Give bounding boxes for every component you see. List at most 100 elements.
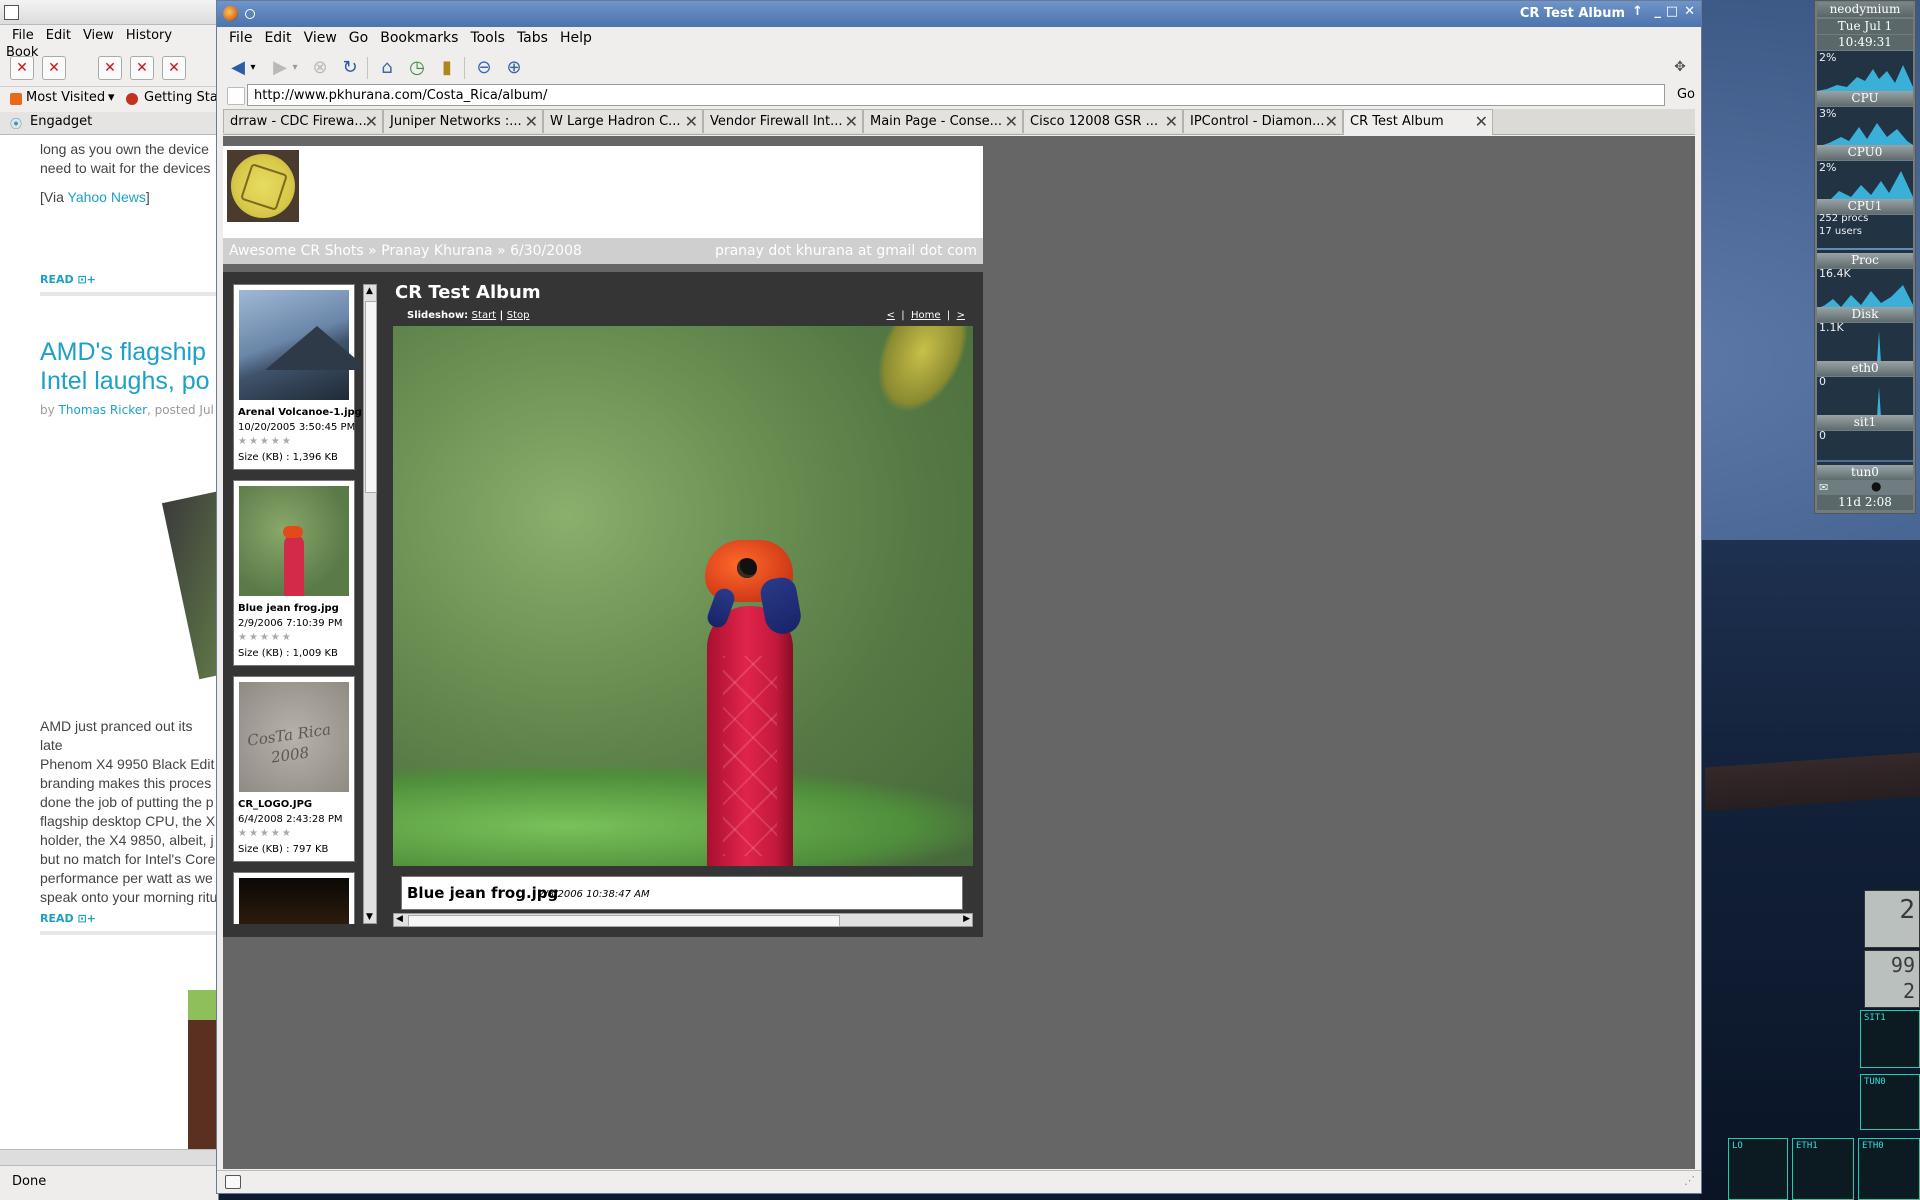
breadcrumb-pranay-khurana[interactable]: Pranay Khurana bbox=[381, 243, 492, 259]
tab-engadget[interactable]: Engadget bbox=[30, 114, 92, 129]
tab-juniper[interactable]: Juniper Networks :... ✕ bbox=[383, 109, 543, 133]
breadcrumb-awesome-cr-shots[interactable]: Awesome CR Shots bbox=[229, 243, 364, 259]
scrollbar-thumb[interactable] bbox=[365, 301, 377, 493]
close-tab-icon[interactable]: ✕ bbox=[1325, 110, 1338, 133]
zoom-in-button[interactable]: ⊕ bbox=[501, 54, 527, 80]
tab-vendor-firewall[interactable]: Vendor Firewall Int... ✕ bbox=[703, 109, 863, 133]
menu-history[interactable]: History bbox=[120, 26, 178, 43]
bookmark-getting-started[interactable]: Getting Sta bbox=[144, 90, 218, 105]
tab-main-page[interactable]: Main Page - Conse... ✕ bbox=[863, 109, 1023, 133]
close-button[interactable]: ✕ bbox=[1684, 4, 1695, 19]
menu-edit[interactable]: Edit bbox=[40, 26, 77, 43]
stop-icon[interactable]: ✕ bbox=[42, 56, 66, 80]
thumbnail-image-volcano[interactable] bbox=[239, 290, 361, 400]
forward-history-dropdown[interactable]: ▾ bbox=[289, 54, 301, 80]
album-logo[interactable] bbox=[227, 150, 299, 222]
slideshow-start-link[interactable]: Start bbox=[472, 310, 496, 321]
stop-button[interactable]: ⊗ bbox=[307, 54, 333, 80]
scroll-left-arrow-icon[interactable]: ◀ bbox=[396, 914, 403, 924]
tab-cr-test-album[interactable]: CR Test Album ✕ bbox=[1343, 109, 1493, 135]
close-tab-icon[interactable]: ✕ bbox=[685, 110, 698, 133]
thumbnail-image-night[interactable] bbox=[239, 878, 349, 924]
maximize-button[interactable]: □ bbox=[1666, 4, 1678, 19]
scroll-up-arrow-icon[interactable]: ▲ bbox=[366, 286, 373, 296]
thumbnail-image-sand[interactable]: CosTa Rica 2008 bbox=[239, 682, 349, 792]
shade-button[interactable]: ↑ bbox=[1632, 4, 1643, 19]
menu-file[interactable]: File bbox=[0, 26, 40, 43]
menu-tabs[interactable]: Tabs bbox=[511, 27, 554, 46]
slideshow-stop-link[interactable]: Stop bbox=[507, 310, 530, 321]
rating-stars[interactable]: ★★★★★ bbox=[238, 436, 293, 447]
home-button[interactable]: ⌂ bbox=[374, 54, 400, 80]
mail-icon[interactable]: ✉ bbox=[1819, 481, 1828, 494]
minimize-button[interactable]: _ bbox=[1655, 4, 1662, 19]
nav-separator: | bbox=[946, 310, 951, 321]
url-input[interactable]: http://www.pkhurana.com/Costa_Rica/album… bbox=[247, 84, 1665, 106]
scroll-down-arrow-icon[interactable]: ▼ bbox=[366, 912, 373, 922]
via-link[interactable]: Yahoo News bbox=[68, 189, 146, 205]
close-tab-icon[interactable]: ✕ bbox=[1475, 110, 1488, 133]
thumbnail-card[interactable] bbox=[233, 872, 355, 924]
ad-banner[interactable] bbox=[188, 990, 218, 1164]
breadcrumb-date[interactable]: 6/30/2008 bbox=[510, 243, 582, 259]
close-tab-icon[interactable]: ✕ bbox=[1165, 110, 1178, 133]
tab-drraw[interactable]: drraw - CDC Firewa... ✕ bbox=[223, 109, 383, 133]
tab-large-hadron[interactable]: W Large Hadron C... ✕ bbox=[543, 109, 703, 133]
back-history-dropdown[interactable]: ▾ bbox=[247, 54, 259, 80]
security-lock-icon[interactable] bbox=[225, 1175, 241, 1189]
window-menu-icon[interactable] bbox=[245, 9, 255, 19]
thumbnail-image-frog[interactable] bbox=[239, 486, 349, 596]
zoom-out-button[interactable]: ⊖ bbox=[471, 54, 497, 80]
article-body: AMD just pranced out its late Phenom X4 9… bbox=[40, 718, 218, 905]
site-identity-icon[interactable] bbox=[227, 87, 245, 105]
home-link[interactable]: Home bbox=[911, 310, 941, 321]
bookmarks-button[interactable]: ▮ bbox=[434, 54, 460, 80]
article-headline[interactable]: AMD's flagship Intel laughs, po bbox=[40, 338, 210, 396]
go-button[interactable]: Go bbox=[1677, 87, 1695, 102]
stop-icon[interactable]: ✕ bbox=[162, 56, 186, 80]
menu-go[interactable]: Go bbox=[343, 27, 374, 46]
thumbnail-card[interactable]: Arenal Volcanoe-1.jpg 10/20/2005 3:50:45… bbox=[233, 284, 361, 470]
menu-view[interactable]: View bbox=[298, 27, 343, 46]
menu-bookmarks[interactable]: Bookmarks bbox=[374, 27, 464, 46]
read-more-link[interactable]: READ ⊡+ bbox=[40, 912, 96, 925]
background-window-titlebar[interactable] bbox=[0, 0, 218, 25]
read-more-link[interactable]: READ ⊡+ bbox=[40, 273, 96, 286]
browser-window[interactable]: CR Test Album ↑ _ □ ✕ File Edit View Go Book… bbox=[216, 0, 1702, 1194]
tab-ipcontrol[interactable]: IPControl - Diamon... ✕ bbox=[1183, 109, 1343, 133]
rating-stars[interactable]: ★★★★★ bbox=[238, 632, 293, 643]
clock-time: 10:49:31 bbox=[1817, 35, 1913, 50]
stop-icon[interactable]: ✕ bbox=[130, 56, 154, 80]
menu-tools[interactable]: Tools bbox=[464, 27, 511, 46]
menu-help[interactable]: Help bbox=[554, 27, 598, 46]
close-tab-icon[interactable]: ✕ bbox=[1005, 110, 1018, 133]
scroll-right-arrow-icon[interactable]: ▶ bbox=[963, 914, 970, 924]
menu-view[interactable]: View bbox=[77, 26, 120, 43]
tab-cisco[interactable]: Cisco 12008 GSR ... ✕ bbox=[1023, 109, 1183, 133]
photo-horizontal-scrollbar[interactable]: ◀ ▶ bbox=[393, 913, 973, 927]
history-button[interactable]: ◷ bbox=[404, 54, 430, 80]
rating-stars[interactable]: ★★★★★ bbox=[238, 828, 293, 839]
stop-icon[interactable]: ✕ bbox=[10, 56, 34, 80]
background-browser-window[interactable]: File Edit View HistoryBook ✕ ✕ ✕ ✕ ✕ Most V… bbox=[0, 0, 219, 1200]
reload-button[interactable]: ↻ bbox=[337, 54, 363, 80]
prev-photo-link[interactable]: < bbox=[887, 310, 895, 321]
thumbnail-scrollbar[interactable]: ▲ ▼ bbox=[363, 284, 377, 924]
author-link[interactable]: Thomas Ricker bbox=[59, 403, 148, 417]
menu-edit[interactable]: Edit bbox=[258, 27, 297, 46]
scrollbar-thumb[interactable] bbox=[408, 915, 840, 927]
next-photo-link[interactable]: > bbox=[957, 310, 965, 321]
close-tab-icon[interactable]: ✕ bbox=[845, 110, 858, 133]
stop-icon[interactable]: ✕ bbox=[98, 56, 122, 80]
close-tab-icon[interactable]: ✕ bbox=[365, 110, 378, 133]
thumbnail-card[interactable]: CosTa Rica 2008 CR_LOGO.JPG 6/4/2008 2:4… bbox=[233, 676, 355, 862]
resize-grip-icon[interactable]: ⋰ bbox=[1684, 1174, 1695, 1187]
main-photo-blue-jean-frog[interactable] bbox=[393, 326, 973, 866]
thumbnail-card[interactable]: Blue jean frog.jpg 2/9/2006 7:10:39 PM ★… bbox=[233, 480, 355, 666]
dropdown-arrow-icon[interactable]: ▾ bbox=[108, 90, 115, 105]
menu-file[interactable]: File bbox=[217, 27, 258, 46]
horizontal-scrollbar[interactable] bbox=[0, 1149, 218, 1166]
close-tab-icon[interactable]: ✕ bbox=[525, 110, 538, 133]
bookmark-most-visited[interactable]: Most Visited bbox=[26, 90, 105, 105]
window-titlebar[interactable]: CR Test Album ↑ _ □ ✕ bbox=[217, 1, 1701, 27]
